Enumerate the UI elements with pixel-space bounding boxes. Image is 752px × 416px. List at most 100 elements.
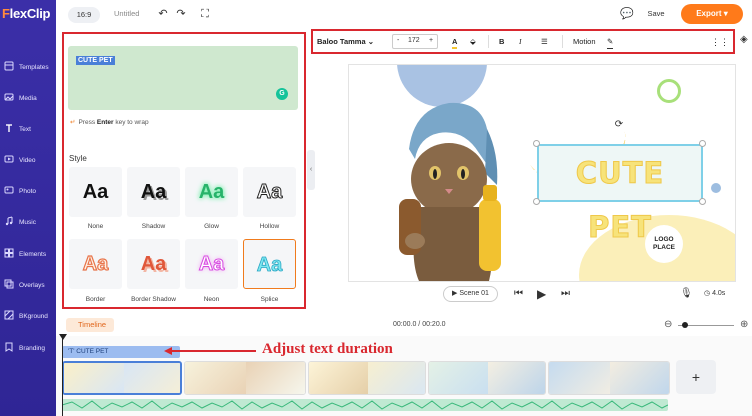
save-button[interactable]: Save [641,6,671,22]
style-name: Glow [204,223,219,230]
chat-icon[interactable]: 💬 [620,8,634,20]
export-button[interactable]: Export ▾ [681,4,743,24]
timeline-header: Timeline 00:00.0 / 00:20.0 ⊖ ⊕ [56,316,752,336]
layers-icon[interactable]: ◈ [740,34,748,45]
sidebar-item-media[interactable]: Media [0,89,56,117]
motion-button[interactable]: Motion [573,35,596,49]
selected-text[interactable]: CUTE PET [76,56,115,65]
templates-icon [4,61,14,71]
italic-icon[interactable]: I [519,35,522,49]
more-options-icon[interactable]: ⋮⋮ [711,35,729,49]
scene-clip[interactable] [308,361,426,395]
playhead-marker[interactable] [59,334,67,340]
resize-handle[interactable] [533,198,540,205]
edit-pen-icon[interactable]: ✎ [607,35,614,49]
sidebar-item-branding[interactable]: Branding [0,339,56,367]
logo-placeholder[interactable]: LOGO PLACE [645,225,683,263]
sidebar-item-music[interactable]: Music [0,213,56,241]
photo-icon [4,186,14,194]
font-family-select[interactable]: Baloo Tamma ⌄ [317,35,374,49]
scene-clip[interactable] [62,361,182,395]
zoom-slider-handle[interactable] [682,322,688,328]
sidebar-item-elements[interactable]: Elements [0,245,56,273]
scene-clip[interactable] [428,361,546,395]
title-text-box[interactable]: CUTE PET [537,144,703,245]
aspect-ratio-button[interactable]: 16:9 [68,7,100,23]
sidebar-item-label: Overlays [19,282,45,289]
redo-icon[interactable]: ↷ [175,8,187,20]
microphone-icon[interactable]: 🎙 [680,287,693,301]
sidebar-item-label: Branding [19,345,46,352]
style-card-border-shadow[interactable]: Aa [127,239,180,289]
sidebar-item-label: Video [19,157,36,164]
sidebar-item-templates[interactable]: Templates [0,58,56,86]
zoom-out-icon[interactable]: ⊖ [664,319,672,331]
resize-handle[interactable] [699,140,706,147]
highlight-color-icon[interactable]: ⬙ [470,35,476,49]
playhead[interactable] [62,336,63,416]
style-card-neon[interactable]: Aa [185,239,238,289]
divider [562,35,563,48]
divider [488,35,489,48]
style-card-glow[interactable]: Aa [185,167,238,217]
grammarly-icon[interactable]: G [276,88,288,100]
style-name: Border [85,296,106,303]
text-track-icon: 'T' [68,348,75,355]
undo-icon[interactable]: ↶ [157,8,169,20]
decrease-size-button[interactable]: - [397,37,399,44]
cat-with-towel-image[interactable] [369,89,529,281]
spacing-icon[interactable]: ☰ [541,35,548,49]
increase-size-button[interactable]: + [429,37,433,44]
text-track-clip[interactable]: 'T' CUTE PET [62,346,180,358]
sidebar-item-text[interactable]: Text [0,120,56,148]
scene-clip[interactable] [548,361,670,395]
font-size-value[interactable]: 172 [408,37,420,44]
add-scene-button[interactable]: + [676,360,716,394]
sidebar-item-photo[interactable]: Photo [0,182,56,210]
style-name: None [87,223,104,230]
style-card-splice[interactable]: Aa [243,239,296,289]
chevron-down-icon: ▾ [723,9,728,18]
canvas-title-text[interactable]: CUTE PET [539,146,701,245]
sidebar-item-overlays[interactable]: Overlays [0,276,56,304]
decor-dot [711,183,721,193]
text-icon [6,124,12,132]
collapse-panel-handle[interactable]: ‹ [307,150,315,190]
sidebar-item-video[interactable]: Video [0,151,56,179]
branding-icon [5,342,13,352]
video-canvas[interactable]: CUTE PET ⟳ LOGO PLACE [349,65,735,281]
style-card-hollow[interactable]: Aa [243,167,296,217]
scene-clip[interactable] [184,361,306,395]
decor-ring [657,79,681,103]
background-icon [4,310,14,320]
style-name: Shadow [141,223,166,230]
text-color-icon[interactable]: A [452,35,458,49]
bold-icon[interactable]: B [499,35,504,49]
sidebar: FlexClip Templates Media Text Video Phot… [0,0,56,416]
resize-handle[interactable] [699,198,706,205]
fullscreen-icon[interactable]: ⛶ [199,8,211,20]
rotate-icon[interactable]: ⟳ [613,119,625,131]
resize-handle[interactable] [533,140,540,147]
scene-duration[interactable]: ◷ 4.0s [704,289,725,297]
style-card-none[interactable]: Aa [69,167,122,217]
style-card-border[interactable]: Aa [69,239,122,289]
audio-track[interactable] [61,399,669,411]
return-key-icon: ↵ [70,119,76,126]
elements-icon [4,248,14,258]
play-icon[interactable]: ▶ [537,287,546,301]
style-name: Border Shadow [131,296,176,303]
scene-selector[interactable]: ▶ Scene 01 [443,286,498,302]
flexclip-logo[interactable]: FlexClip [2,6,50,21]
style-card-shadow[interactable]: Aa [127,167,180,217]
overlays-icon [4,279,14,289]
font-size-stepper[interactable]: - 172 + [392,34,438,49]
text-edit-area[interactable]: CUTE PET G [68,46,298,110]
timeline-toggle-button[interactable]: Timeline [66,318,114,332]
project-title[interactable]: Untitled [114,9,139,18]
skip-forward-icon[interactable]: ⏭ [561,287,570,301]
zoom-in-icon[interactable]: ⊕ [740,319,748,331]
sidebar-item-label: Templates [19,64,49,71]
skip-back-icon[interactable]: ⏮ [514,287,523,301]
sidebar-item-bkground[interactable]: BKground [0,307,56,335]
